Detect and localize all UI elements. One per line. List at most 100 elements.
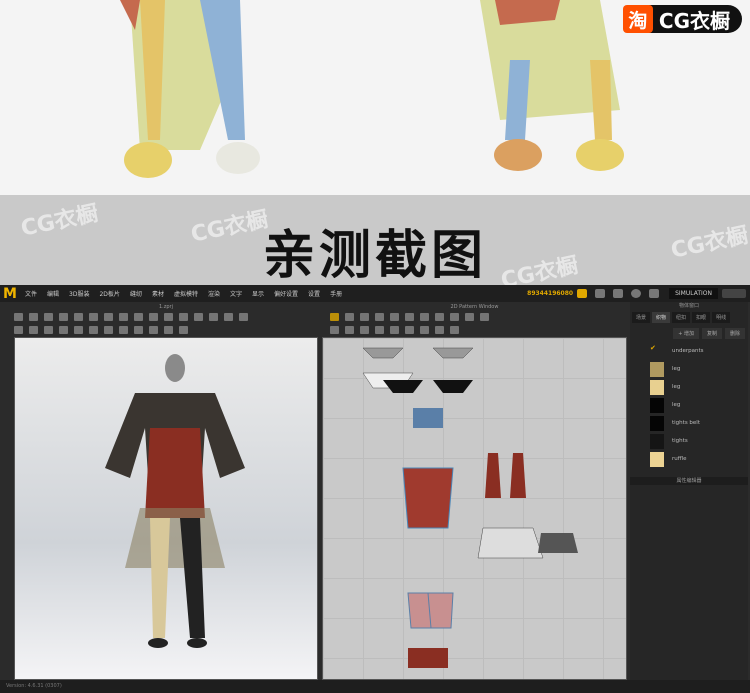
- tool-icon[interactable]: [59, 313, 68, 321]
- toolbar-2d-row2: [330, 323, 620, 337]
- tool-icon[interactable]: [119, 326, 128, 334]
- tool-icon[interactable]: [420, 326, 429, 334]
- fabric-list: ✔ underpants leg leg leg tights belt tights ruf…: [630, 342, 748, 468]
- fabric-list-item[interactable]: tights belt: [638, 414, 742, 432]
- fabric-list-item[interactable]: leg: [638, 396, 742, 414]
- 3d-garment-viewport[interactable]: [14, 337, 318, 680]
- tool-icon[interactable]: [465, 313, 474, 321]
- fabric-list-item[interactable]: ruffle: [638, 450, 742, 468]
- fabric-swatch: [650, 379, 664, 395]
- tab-fabric[interactable]: 织物: [652, 312, 671, 323]
- menu-text[interactable]: 文字: [230, 289, 242, 298]
- tool-icon[interactable]: [480, 313, 489, 321]
- tool-icon[interactable]: [360, 326, 369, 334]
- menu-manual[interactable]: 手册: [330, 289, 342, 298]
- copy-fabric-button[interactable]: 复制: [701, 328, 722, 339]
- speaker-icon[interactable]: [595, 289, 606, 298]
- tool-icon[interactable]: [14, 326, 23, 334]
- pattern-pieces: [362, 347, 578, 668]
- fabric-swatch: [650, 451, 664, 467]
- fabric-name: leg: [672, 366, 681, 372]
- tool-icon[interactable]: [345, 313, 354, 321]
- tool-icon[interactable]: [420, 313, 429, 321]
- tool-icon[interactable]: [405, 313, 414, 321]
- tool-icon[interactable]: [450, 313, 459, 321]
- tool-icon[interactable]: [375, 313, 384, 321]
- tool-icon[interactable]: [89, 326, 98, 334]
- menu-render[interactable]: 渲染: [208, 289, 220, 298]
- tool-icon[interactable]: [164, 326, 173, 334]
- delete-fabric-button[interactable]: 删除: [724, 328, 745, 339]
- tool-icon[interactable]: [330, 326, 339, 334]
- menu-2d-pattern[interactable]: 2D板片: [99, 289, 119, 298]
- banner: CG衣橱 CG衣橱 CG衣橱 CG衣橱 亲测截图: [0, 195, 750, 285]
- help-icon[interactable]: [631, 289, 642, 298]
- product-render: 淘 CG衣橱: [0, 0, 750, 195]
- tool-icon[interactable]: [14, 313, 23, 321]
- tab-topstitch[interactable]: 明线: [712, 312, 731, 323]
- fabric-list-item[interactable]: leg: [638, 378, 742, 396]
- shirt-icon[interactable]: [649, 289, 660, 298]
- tool-icon[interactable]: [134, 313, 143, 321]
- taobao-icon: 淘: [622, 5, 653, 33]
- menu-edit[interactable]: 编辑: [47, 289, 59, 298]
- property-editor-title: 属性编辑器: [630, 477, 748, 485]
- tool-icon[interactable]: [435, 313, 444, 321]
- menu-preferences[interactable]: 偏好设置: [274, 289, 298, 298]
- tool-icon[interactable]: [194, 313, 203, 321]
- tab-scene[interactable]: 场景: [632, 312, 651, 323]
- fabric-swatch: [650, 415, 664, 431]
- tool-icon[interactable]: [29, 313, 38, 321]
- fabric-list-item[interactable]: leg: [638, 360, 742, 378]
- tool-icon[interactable]: [209, 313, 218, 321]
- tool-icon[interactable]: [134, 326, 143, 334]
- menu-display[interactable]: 显示: [252, 289, 264, 298]
- tool-icon[interactable]: [59, 326, 68, 334]
- menu-avatar[interactable]: 虚拟模特: [174, 289, 198, 298]
- tab-button[interactable]: 纽扣: [672, 312, 691, 323]
- object-browser-panel: 物体窗口 场景 织物 纽扣 扣眼 明线 + 增加 复制 删除 ✔ underpan…: [630, 302, 748, 680]
- tool-icon[interactable]: [179, 313, 188, 321]
- tool-icon[interactable]: [375, 326, 384, 334]
- menu-file[interactable]: 文件: [25, 289, 37, 298]
- tab-buttonhole[interactable]: 扣眼: [692, 312, 711, 323]
- user-icon[interactable]: [613, 289, 624, 298]
- tool-icon[interactable]: [149, 326, 158, 334]
- menu-settings[interactable]: 设置: [308, 289, 320, 298]
- add-fabric-button[interactable]: + 增加: [673, 328, 699, 339]
- tool-icon[interactable]: [239, 313, 248, 321]
- tool-icon[interactable]: [450, 326, 459, 334]
- tool-icon[interactable]: [390, 313, 399, 321]
- tool-icon[interactable]: [44, 326, 53, 334]
- tool-icon[interactable]: [330, 313, 339, 321]
- tool-icon[interactable]: [104, 326, 113, 334]
- fabric-swatch: [650, 433, 664, 449]
- marvelous-designer-window: M 文件 编辑 3D服装 2D板片 缝纫 素材 虚拟模特 渲染 文字 显示 偏好…: [0, 285, 750, 693]
- tool-icon[interactable]: [104, 313, 113, 321]
- tool-icon[interactable]: [74, 326, 83, 334]
- tool-icon[interactable]: [435, 326, 444, 334]
- window-controls[interactable]: [722, 289, 746, 298]
- menu-3d-garment[interactable]: 3D服装: [69, 289, 89, 298]
- tool-icon[interactable]: [390, 326, 399, 334]
- simulation-dropdown[interactable]: SIMULATION: [669, 288, 718, 299]
- fabric-name: underpants: [672, 348, 704, 354]
- tool-icon[interactable]: [149, 313, 158, 321]
- tool-icon[interactable]: [164, 313, 173, 321]
- fabric-list-item[interactable]: ✔ underpants: [638, 342, 742, 360]
- tool-icon[interactable]: [360, 313, 369, 321]
- tool-icon[interactable]: [345, 326, 354, 334]
- menu-materials[interactable]: 素材: [152, 289, 164, 298]
- 2d-pattern-window[interactable]: [322, 337, 627, 680]
- tool-icon[interactable]: [179, 326, 188, 334]
- tool-icon[interactable]: [119, 313, 128, 321]
- menu-sewing[interactable]: 缝纫: [130, 289, 142, 298]
- tool-icon[interactable]: [29, 326, 38, 334]
- cloud-icon[interactable]: [577, 289, 588, 298]
- tool-icon[interactable]: [224, 313, 233, 321]
- tool-icon[interactable]: [44, 313, 53, 321]
- fabric-list-item[interactable]: tights: [638, 432, 742, 450]
- tool-icon[interactable]: [74, 313, 83, 321]
- tool-icon[interactable]: [89, 313, 98, 321]
- tool-icon[interactable]: [405, 326, 414, 334]
